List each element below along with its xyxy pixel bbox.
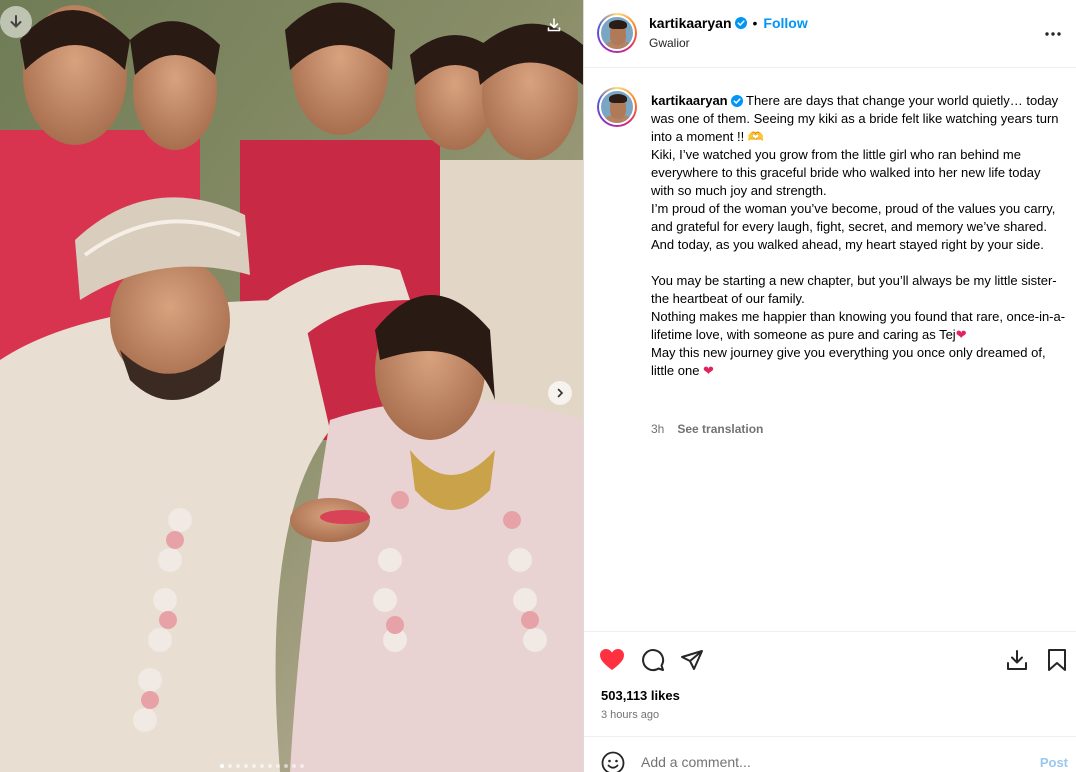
caption-blank-line (651, 254, 1067, 272)
download-tray-icon (547, 18, 561, 32)
caption-meta: 3h See translation (651, 422, 763, 436)
post-location[interactable]: Gwalior (649, 36, 690, 50)
caption-line-1: kartikaaryan There are days that change … (651, 93, 1063, 144)
caption-line-2: Kiki, I’ve watched you grow from the lit… (651, 147, 1045, 198)
carousel-dot (300, 764, 304, 768)
caption-section: kartikaaryan There are days that change … (584, 68, 1076, 631)
caption-avatar[interactable] (597, 87, 637, 127)
comment-bubble-icon (642, 649, 665, 672)
avatar[interactable] (597, 13, 637, 53)
download-tray-icon (1007, 650, 1027, 670)
carousel-next-button[interactable] (548, 381, 572, 405)
carousel-dot (244, 764, 248, 768)
comment-bar: Post (584, 736, 1076, 772)
heart-emoji: ❤ (703, 363, 714, 378)
follow-button[interactable]: Follow (763, 15, 807, 31)
carousel-dot (228, 764, 232, 768)
download-arrow-icon (10, 15, 22, 28)
caption-line-5: You may be starting a new chapter, but y… (651, 273, 1061, 306)
post-header: kartikaaryan • Follow Gwalior (584, 0, 1076, 68)
download-circle-button[interactable] (0, 6, 32, 38)
smiley-icon (601, 751, 625, 772)
carousel-dot (236, 764, 240, 768)
post-side-panel: kartikaaryan • Follow Gwalior kartikaary… (583, 0, 1076, 772)
caption-time[interactable]: 3h (651, 422, 664, 436)
like-button[interactable] (598, 646, 626, 674)
caption-line-7: May this new journey give you everything… (651, 345, 1050, 378)
caption-line-6: Nothing makes me happier than knowing yo… (651, 309, 1066, 342)
bookmark-button[interactable] (1043, 646, 1071, 674)
post-media[interactable] (0, 0, 583, 772)
carousel-dots (220, 764, 304, 768)
action-bar: 503,113 likes 3 hours ago (584, 631, 1076, 735)
heart-filled-icon (600, 649, 624, 670)
media-download-button[interactable] (543, 14, 565, 36)
wedding-photo (0, 0, 583, 772)
caption-line-3: I’m proud of the woman you’ve become, pr… (651, 201, 1060, 234)
caption-line-4: And today, as you walked ahead, my heart… (651, 237, 1044, 252)
carousel-dot (252, 764, 256, 768)
paper-plane-icon (681, 650, 703, 670)
chevron-right-icon (557, 388, 564, 398)
more-options-button[interactable] (1041, 22, 1065, 46)
carousel-dot (292, 764, 296, 768)
like-count[interactable]: 503,113 likes (601, 688, 680, 703)
carousel-dot (284, 764, 288, 768)
bookmark-icon (1048, 649, 1066, 671)
caption-text: kartikaaryan There are days that change … (651, 92, 1067, 380)
heart-emoji: ❤ (955, 327, 967, 342)
caption-username[interactable]: kartikaaryan (651, 93, 728, 108)
save-download-button[interactable] (1003, 646, 1031, 674)
share-button[interactable] (678, 646, 706, 674)
post-username[interactable]: kartikaaryan (649, 15, 732, 31)
carousel-dot (260, 764, 264, 768)
carousel-dot (276, 764, 280, 768)
carousel-dot (268, 764, 272, 768)
verified-badge-icon (734, 17, 747, 29)
comment-button[interactable] (639, 646, 667, 674)
header-separator: • (752, 15, 758, 31)
emoji-button[interactable] (601, 751, 625, 772)
post-comment-button[interactable]: Post (1040, 755, 1068, 770)
comment-input[interactable] (641, 754, 1001, 770)
see-translation-button[interactable]: See translation (677, 422, 763, 436)
verified-badge-icon (730, 95, 743, 107)
carousel-dot (220, 764, 224, 768)
more-options-icon (1045, 32, 1061, 36)
post-timestamp[interactable]: 3 hours ago (601, 709, 659, 721)
